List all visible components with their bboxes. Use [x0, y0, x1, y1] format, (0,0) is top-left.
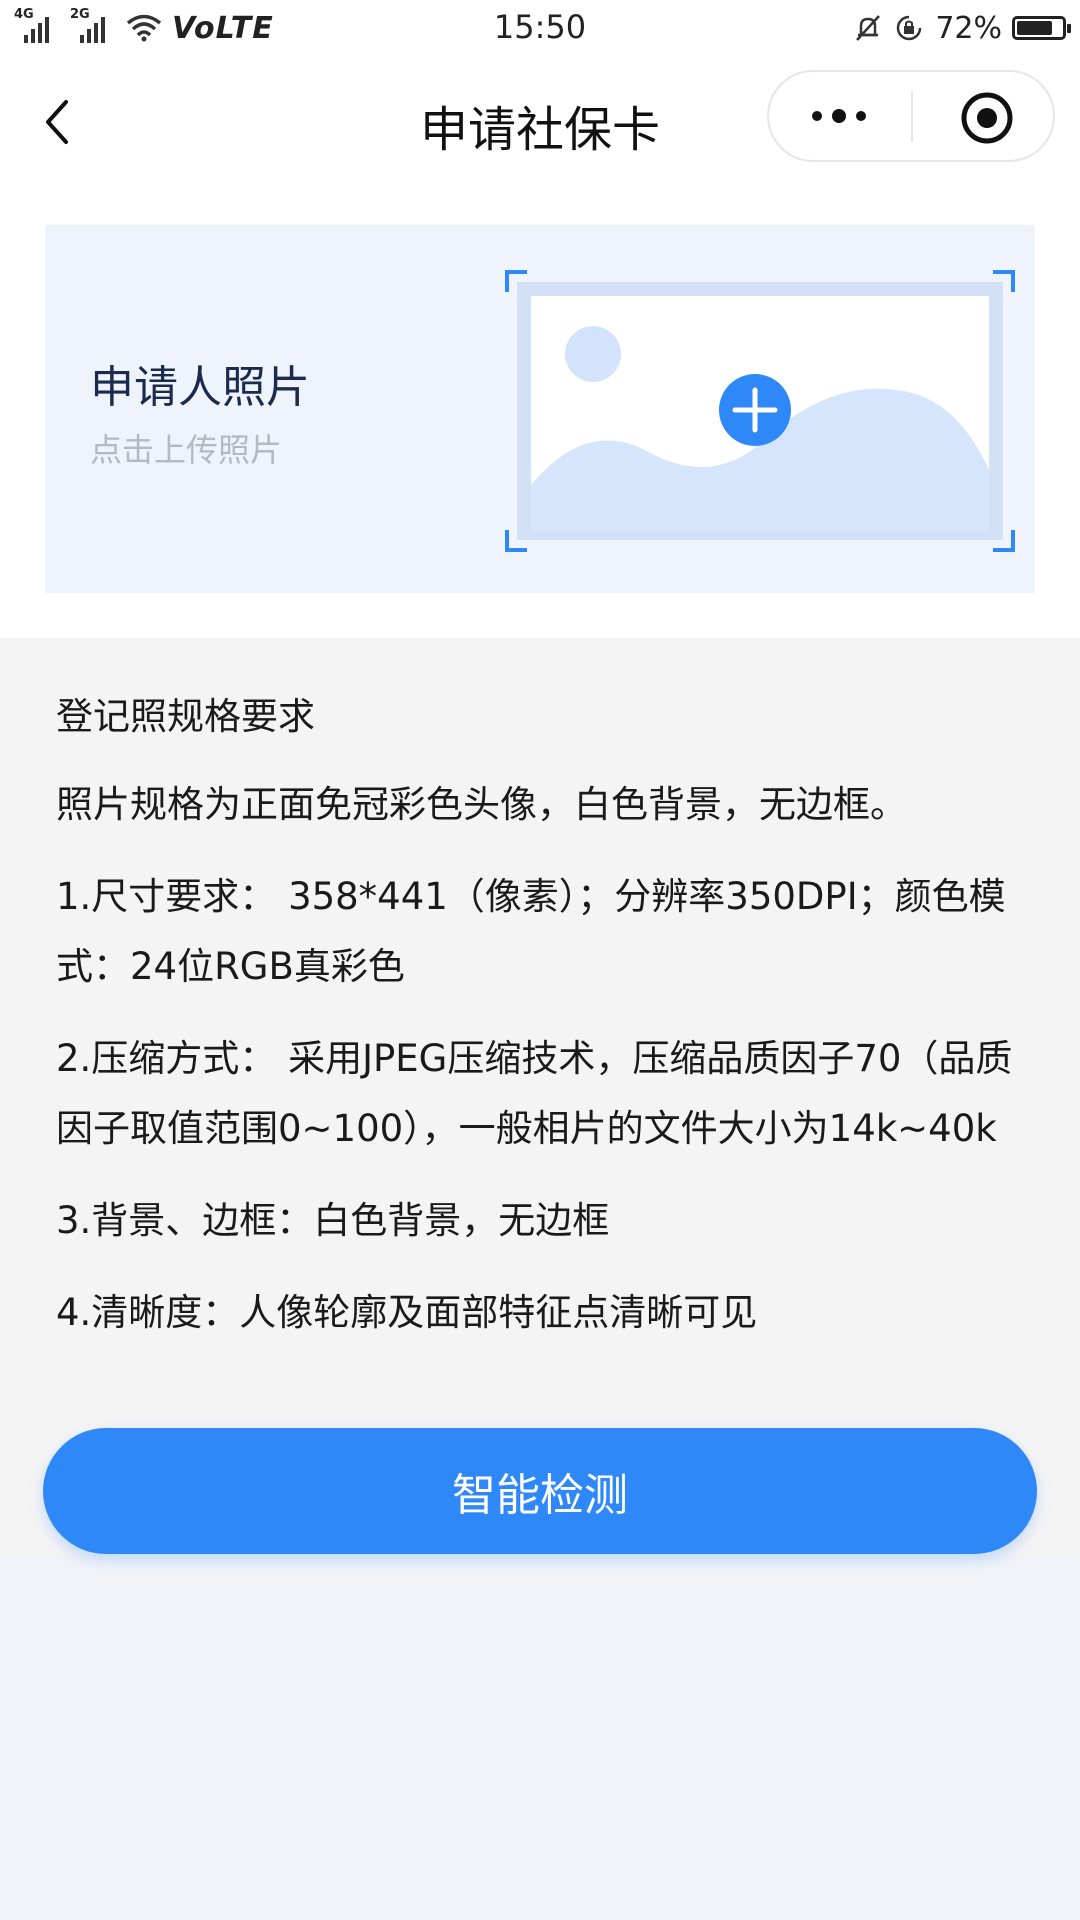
upload-hint: 点击上传照片	[90, 431, 283, 469]
upload-card[interactable]: 申请人照片 点击上传照片	[45, 225, 1035, 593]
requirements-section: 登记照规格要求 照片规格为正面免冠彩色头像，白色背景，无边框。 1.尺寸要求： …	[0, 638, 1080, 1556]
close-icon[interactable]	[959, 90, 1015, 146]
requirements-text: 登记照规格要求 照片规格为正面免冠彩色头像，白色背景，无边框。 1.尺寸要求： …	[56, 682, 1036, 1370]
requirement-item: 1.尺寸要求： 358*441（像素）；分辨率350DPI；颜色模式：24位RG…	[56, 875, 1006, 988]
upload-title: 申请人照片	[90, 362, 310, 413]
battery-fill	[1017, 21, 1052, 35]
smart-detect-button[interactable]: 智能检测	[43, 1428, 1037, 1554]
more-icon[interactable]	[807, 96, 877, 136]
add-photo-icon[interactable]	[505, 270, 1015, 552]
requirement-item: 3.背景、边框：白色背景，无边框	[56, 1199, 610, 1242]
nav-bar: 申请社保卡	[0, 56, 1080, 180]
requirements-heading: 登记照规格要求	[56, 695, 315, 738]
requirement-item: 2.压缩方式： 采用JPEG压缩技术，压缩品质因子70（品质因子取值范围0~10…	[56, 1037, 1013, 1150]
battery-percent: 72%	[935, 10, 1002, 46]
status-right: 72%	[853, 8, 1071, 48]
rotation-lock-icon	[897, 15, 922, 41]
capsule-divider	[911, 92, 913, 142]
mini-program-capsule	[767, 70, 1055, 162]
status-bar: 4G 2G VoLTE 15:50 72%	[0, 0, 1080, 56]
requirement-item: 照片规格为正面免冠彩色头像，白色背景，无边框。	[56, 783, 907, 826]
battery-icon	[1012, 16, 1071, 40]
mute-icon	[856, 15, 881, 41]
requirement-item: 4.清晰度：人像轮廓及面部特征点清晰可见	[56, 1291, 758, 1334]
upload-section: 申请人照片 点击上传照片	[0, 180, 1080, 638]
